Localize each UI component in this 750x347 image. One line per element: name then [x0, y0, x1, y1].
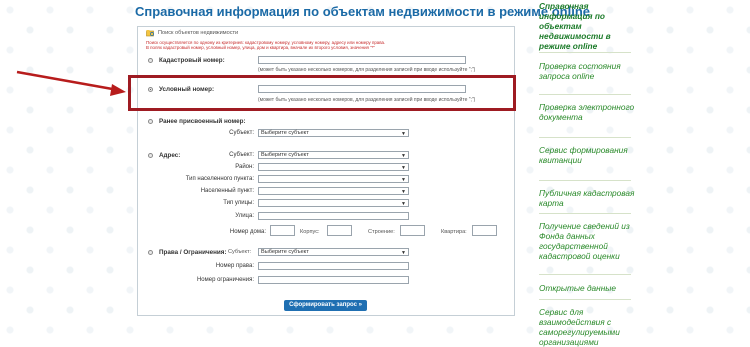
prev-subject-label: Субъект: [229, 130, 254, 136]
apartment-input[interactable] [472, 225, 497, 236]
highlight-frame [128, 75, 516, 111]
chevron-down-icon: ▼ [401, 153, 406, 159]
building-label: Корпус: [300, 229, 320, 235]
building-input[interactable] [327, 225, 352, 236]
sidebar-item-cadastral-map[interactable]: Публичная кадастровая карта [539, 188, 635, 208]
rights-subject-label: Субъект: [228, 249, 252, 255]
settlement-label: Населенный пункт: [200, 188, 254, 194]
chevron-down-icon: ▼ [401, 165, 406, 171]
sidebar-item-sro-service[interactable]: Сервис для взаимодействия с саморегулиру… [539, 307, 635, 347]
folder-search-icon [146, 30, 154, 37]
sidebar-divider [539, 274, 631, 275]
district-label: Район: [235, 164, 254, 170]
radio-prev-number[interactable] [148, 119, 153, 124]
sidebar-item-check-status[interactable]: Проверка состояния запроса online [539, 61, 635, 81]
form-note: В полях кадастровый номер, условный номе… [146, 45, 375, 50]
chevron-down-icon: ▼ [401, 131, 406, 137]
street-type-select[interactable]: ▼ [258, 199, 409, 207]
prev-number-label: Ранее присвоенный номер: [159, 118, 246, 125]
settlement-type-label: Тип населенного пункта: [185, 176, 254, 182]
radio-cadastral[interactable] [148, 58, 153, 63]
rights-subject-select[interactable]: Выберите субъект ▼ [258, 248, 409, 256]
address-subject-value: Выберите субъект [261, 152, 309, 158]
radio-address[interactable] [148, 153, 153, 158]
right-number-input[interactable] [258, 262, 409, 270]
address-subject-select[interactable]: Выберите субъект ▼ [258, 151, 409, 159]
chevron-down-icon: ▼ [401, 189, 406, 195]
sidebar-item-receipt-service[interactable]: Сервис формирования квитанции [539, 145, 635, 165]
search-form-panel: Поиск объектов недвижимости Поиск осущес… [137, 26, 515, 316]
sidebar-item-fund-data[interactable]: Получение сведений из Фонда данных госуд… [539, 221, 635, 261]
street-input[interactable] [258, 212, 409, 220]
address-subject-label: Субъект: [229, 152, 254, 158]
restriction-number-label: Номер ограничения: [196, 277, 254, 283]
rights-label: Права / Ограничения: [159, 249, 227, 256]
street-type-label: Тип улицы: [223, 200, 254, 206]
sidebar-divider [539, 52, 631, 53]
sidebar-divider [539, 299, 631, 300]
chevron-down-icon: ▼ [401, 177, 406, 183]
chevron-down-icon: ▼ [401, 201, 406, 207]
apartment-label: Квартира: [441, 229, 467, 235]
submit-request-button[interactable]: Сформировать запрос » [284, 300, 367, 311]
red-arrow-icon [16, 70, 126, 96]
street-label: Улица: [235, 213, 254, 219]
prev-subject-value: Выберите субъект [261, 130, 309, 136]
structure-label: Строение: [368, 229, 395, 235]
settlement-type-select[interactable]: ▼ [258, 175, 409, 183]
chevron-down-icon: ▼ [401, 250, 406, 256]
structure-input[interactable] [400, 225, 425, 236]
cadastral-label: Кадастровый номер: [159, 57, 225, 64]
sidebar-item-open-data[interactable]: Открытые данные [539, 283, 635, 293]
prev-subject-select[interactable]: Выберите субъект ▼ [258, 129, 409, 137]
sidebar-divider [539, 213, 631, 214]
sidebar-divider [539, 94, 631, 95]
house-input[interactable] [270, 225, 295, 236]
sidebar-item-check-document[interactable]: Проверка электронного документа [539, 102, 635, 122]
house-label: Номер дома: [229, 229, 266, 235]
form-header: Поиск объектов недвижимости [158, 30, 239, 36]
cadastral-input[interactable] [258, 56, 466, 64]
right-number-label: Номер права: [215, 263, 254, 269]
restriction-number-input[interactable] [258, 276, 409, 284]
cadastral-hint: (может быть указано несколько номеров, д… [258, 67, 476, 73]
sidebar-divider [539, 137, 631, 138]
rights-subject-value: Выберите субъект [261, 249, 309, 255]
settlement-select[interactable]: ▼ [258, 187, 409, 195]
page-title: Справочная информация по объектам недвиж… [135, 4, 591, 19]
district-select[interactable]: ▼ [258, 163, 409, 171]
radio-rights[interactable] [148, 250, 153, 255]
sidebar-item-online-info[interactable]: Справочная информация по объектам недвиж… [539, 1, 635, 51]
sidebar-divider [539, 180, 631, 181]
